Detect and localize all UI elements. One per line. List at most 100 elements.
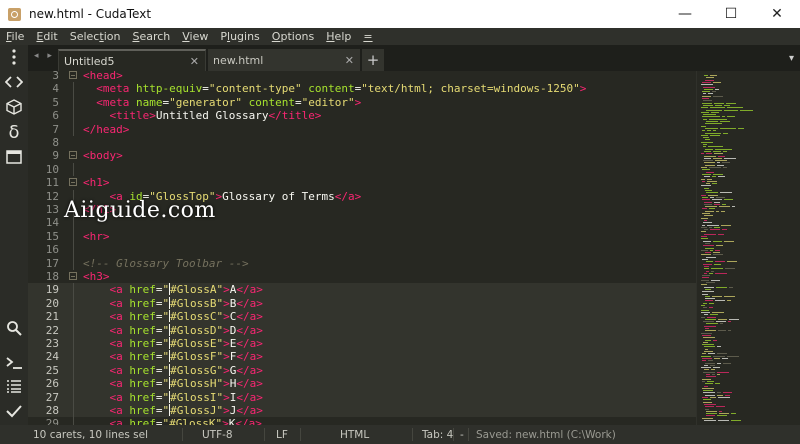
line-number[interactable]: 11: [28, 176, 59, 189]
code-line[interactable]: 18 <h3>: [28, 270, 696, 283]
code-line[interactable]: 23 <a href="#GlossE">E</a>: [28, 337, 696, 351]
fold-toggle-icon[interactable]: [69, 178, 77, 187]
line-number[interactable]: 27: [28, 391, 59, 404]
fold-toggle-icon[interactable]: [69, 151, 77, 160]
status-encoding[interactable]: UTF-8: [202, 429, 233, 441]
menu-item[interactable]: File: [0, 30, 30, 43]
code-token: =: [155, 404, 163, 417]
panel-icon[interactable]: [4, 147, 24, 167]
code-icon[interactable]: [4, 72, 24, 92]
minimap-line: [706, 192, 718, 194]
cube-icon[interactable]: [4, 97, 24, 117]
minimap-line: [716, 245, 723, 247]
menu-item-text: ion: [103, 30, 121, 43]
code-token: <a: [109, 404, 130, 417]
code-line[interactable]: 25 <a href="#GlossG">G</a>: [28, 363, 696, 378]
line-number[interactable]: 19: [28, 283, 59, 296]
status-carets[interactable]: 10 carets, 10 lines sel: [33, 429, 148, 441]
line-number[interactable]: 16: [28, 243, 59, 256]
code-line[interactable]: 17 <!-- Glossary Toolbar -->: [28, 256, 696, 270]
menu-item-text: dit: [43, 30, 58, 43]
code-line[interactable]: 26 <a href="#GlossH">H</a>: [28, 377, 696, 391]
tab-menu-icon[interactable]: ▾: [789, 53, 794, 64]
line-number[interactable]: 6: [28, 109, 59, 122]
line-number[interactable]: 4: [28, 82, 59, 95]
search-icon[interactable]: [4, 318, 24, 338]
code-line[interactable]: 29 <a href="#GlossK">K</a>: [28, 417, 696, 425]
code-line[interactable]: 27 <a href="#GlossI">I</a>: [28, 390, 696, 404]
minimap[interactable]: [696, 71, 800, 425]
menu-item[interactable]: Plugins: [214, 30, 265, 43]
minimize-button[interactable]: —: [662, 0, 708, 28]
code-line[interactable]: 8: [28, 136, 696, 149]
line-number[interactable]: 10: [28, 163, 59, 176]
menu-item[interactable]: View: [176, 30, 214, 43]
minimap-line: [715, 148, 732, 150]
line-number[interactable]: 22: [28, 324, 59, 337]
line-number[interactable]: 24: [28, 350, 59, 363]
tab-scroll-arrows[interactable]: ◂ ▸: [34, 51, 55, 61]
line-number[interactable]: 5: [28, 96, 59, 109]
code-line[interactable]: 10: [28, 162, 696, 177]
line-number[interactable]: 8: [28, 136, 59, 149]
line-number[interactable]: 3: [28, 71, 59, 82]
minimap-line: [714, 153, 723, 155]
add-tab-button[interactable]: +: [362, 49, 384, 71]
code-line[interactable]: 15 <hr>: [28, 229, 696, 244]
terminal-icon[interactable]: [4, 353, 24, 373]
line-number[interactable]: 13: [28, 203, 59, 216]
code-line[interactable]: 24 <a href="#GlossF">F</a>: [28, 350, 696, 364]
menu-item[interactable]: Selection: [64, 30, 127, 43]
line-number[interactable]: 7: [28, 123, 59, 136]
line-number[interactable]: 23: [28, 337, 59, 350]
code-line[interactable]: 9 <body>: [28, 149, 696, 162]
check-icon[interactable]: [4, 401, 24, 421]
line-number[interactable]: 14: [28, 216, 59, 229]
code-line[interactable]: 21 <a href="#GlossC">C</a>: [28, 310, 696, 324]
code-line[interactable]: 3 <head>: [28, 71, 696, 82]
code-token: >: [223, 323, 230, 337]
fold-toggle-icon[interactable]: [69, 272, 77, 280]
line-number[interactable]: 29: [28, 417, 59, 425]
maximize-button[interactable]: ☐: [708, 0, 754, 28]
code-line[interactable]: 28 <a href="#GlossJ">J</a>: [28, 404, 696, 418]
line-number[interactable]: 26: [28, 377, 59, 390]
line-number[interactable]: 12: [28, 190, 59, 203]
code-line[interactable]: 16: [28, 243, 696, 257]
line-number[interactable]: 28: [28, 404, 59, 417]
line-number[interactable]: 20: [28, 297, 59, 310]
delta-icon[interactable]: δ: [4, 122, 24, 143]
menu-item[interactable]: Search: [126, 30, 176, 43]
line-number[interactable]: 15: [28, 230, 59, 243]
code-line[interactable]: 19 <a href="#GlossA">A</a>: [28, 283, 696, 297]
list-icon[interactable]: [4, 376, 24, 396]
minimap-line: [703, 399, 711, 401]
code-line[interactable]: 7 </head>: [28, 122, 696, 136]
menu-item[interactable]: =: [357, 30, 378, 43]
status-line-ending[interactable]: LF: [276, 429, 288, 441]
menu-dots-icon[interactable]: [4, 47, 24, 67]
editor-area[interactable]: 3 <head> 4 <meta http-equiv="content-type"…: [28, 71, 696, 425]
tab-close-icon[interactable]: ✕: [190, 55, 199, 68]
line-number[interactable]: 18: [28, 270, 59, 283]
line-number[interactable]: 21: [28, 310, 59, 323]
close-button[interactable]: ✕: [754, 0, 800, 28]
fold-toggle-icon[interactable]: [69, 71, 77, 79]
tab-untitled5[interactable]: Untitled5 ✕: [58, 49, 206, 71]
line-number[interactable]: 9: [28, 149, 59, 162]
line-number[interactable]: 25: [28, 364, 59, 377]
line-number[interactable]: 17: [28, 257, 59, 270]
menu-item[interactable]: Edit: [30, 30, 63, 43]
code-line[interactable]: 5 <meta name="generator" content="editor…: [28, 95, 696, 110]
code-line[interactable]: 20 <a href="#GlossB">B</a>: [28, 296, 696, 311]
status-tab-size[interactable]: Tab: 4: [422, 429, 453, 441]
menu-item[interactable]: Help: [320, 30, 357, 43]
tab-new-html[interactable]: new.html ✕: [208, 49, 360, 71]
code-line[interactable]: 4 <meta http-equiv="content-type" conten…: [28, 82, 696, 96]
menu-item[interactable]: Options: [266, 30, 320, 43]
code-line[interactable]: 11 <h1>: [28, 176, 696, 189]
status-lexer[interactable]: HTML: [340, 429, 369, 441]
tab-close-icon[interactable]: ✕: [345, 54, 354, 67]
code-line[interactable]: 22 <a href="#GlossD">D</a>: [28, 323, 696, 337]
code-line[interactable]: 6 <title>Untitled Glossary</title>: [28, 109, 696, 123]
